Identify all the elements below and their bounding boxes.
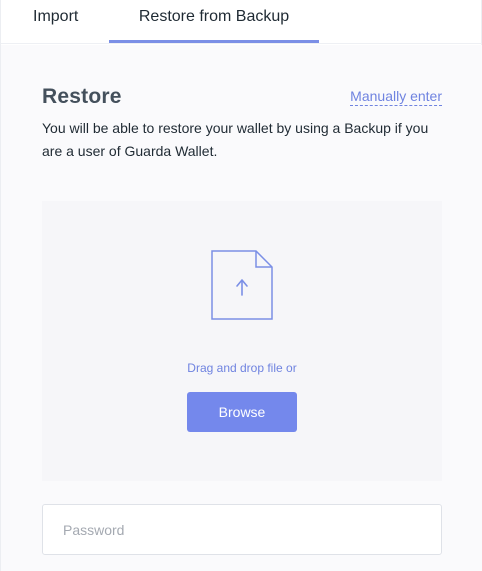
- page-title: Restore: [42, 85, 122, 108]
- file-dropzone[interactable]: Drag and drop file or Browse: [42, 201, 442, 481]
- tab-bar: Import Restore from Backup: [1, 0, 482, 44]
- browse-button[interactable]: Browse: [187, 392, 297, 432]
- password-input[interactable]: [42, 504, 442, 555]
- tab-import[interactable]: Import: [33, 0, 78, 44]
- file-upload-icon: [211, 250, 273, 320]
- drag-drop-label: Drag and drop file or: [187, 361, 297, 375]
- tab-restore-from-backup[interactable]: Restore from Backup: [109, 0, 319, 44]
- restore-panel: Import Restore from Backup Restore Manua…: [0, 0, 482, 571]
- active-tab-indicator: [109, 40, 319, 43]
- restore-description: You will be able to restore your wallet …: [42, 120, 429, 159]
- restore-content: Restore Manually enter You will be able …: [1, 45, 482, 571]
- manually-enter-link[interactable]: Manually enter: [350, 88, 442, 106]
